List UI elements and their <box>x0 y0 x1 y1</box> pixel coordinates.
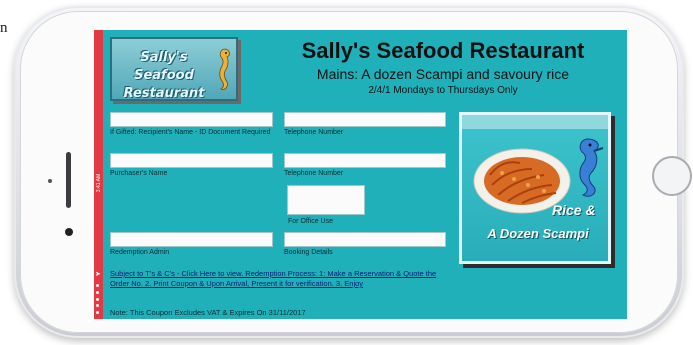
promo-top-band <box>462 115 608 129</box>
signal-dots-icon <box>96 284 100 314</box>
logo-line-2: Restaurant <box>123 86 205 101</box>
front-camera <box>65 228 73 236</box>
home-button[interactable] <box>652 156 692 196</box>
earpiece-speaker <box>66 152 71 208</box>
proximity-sensor <box>48 179 52 183</box>
telephone-label-1: Telephone Number <box>284 129 344 136</box>
promo-caption-line-1: Rice & <box>552 202 596 218</box>
recipient-name-label: If Gifted: Recipient's Name - ID Documen… <box>110 129 271 136</box>
availability-text: 2/4/1 Mondays to Thursdays Only <box>368 85 518 96</box>
logo-text: Sally's Seafood Restaurant <box>116 49 212 103</box>
telephone-field-2[interactable] <box>284 153 446 168</box>
office-use-label: For Office Use <box>288 218 333 225</box>
recipient-name-field[interactable] <box>110 112 273 127</box>
purchaser-name-field[interactable] <box>110 153 273 168</box>
seahorse-icon <box>219 48 230 90</box>
purchaser-name-label: Purchaser's Name <box>110 170 168 177</box>
page-edge-text: n <box>0 20 8 36</box>
app-screen: 3:41 AM ➤ Sally's Seafood Restaurant Sal… <box>94 30 627 319</box>
promo-image: Rice & A Dozen Scampi <box>459 112 611 264</box>
telephone-label-2: Telephone Number <box>284 170 344 177</box>
seahorse-icon <box>579 138 604 197</box>
status-time: 3:41 AM <box>96 173 102 193</box>
status-bar: 3:41 AM ➤ <box>94 30 103 319</box>
logo-line-1: Sally's Seafood <box>134 50 194 83</box>
coupon-note: Note: This Coupon Excludes VAT & Expires… <box>110 308 306 317</box>
office-use-box[interactable] <box>287 185 365 215</box>
telephone-field-1[interactable] <box>284 112 446 127</box>
terms-link[interactable]: Subject to T's & C's - Click Here to vie… <box>110 269 456 289</box>
booking-details-label: Booking Details <box>284 249 333 256</box>
restaurant-logo: Sally's Seafood Restaurant <box>110 37 238 101</box>
redemption-admin-label: Redemption Admin <box>110 249 170 256</box>
location-arrow-icon: ➤ <box>95 271 101 278</box>
page-title: Sally's Seafood Restaurant <box>301 38 585 63</box>
page-subtitle: Mains: A dozen Scampi and savoury rice <box>316 66 570 82</box>
promo-caption-line-2: A Dozen Scampi <box>487 226 589 241</box>
redemption-admin-field[interactable] <box>110 232 273 247</box>
booking-details-field[interactable] <box>284 232 446 247</box>
